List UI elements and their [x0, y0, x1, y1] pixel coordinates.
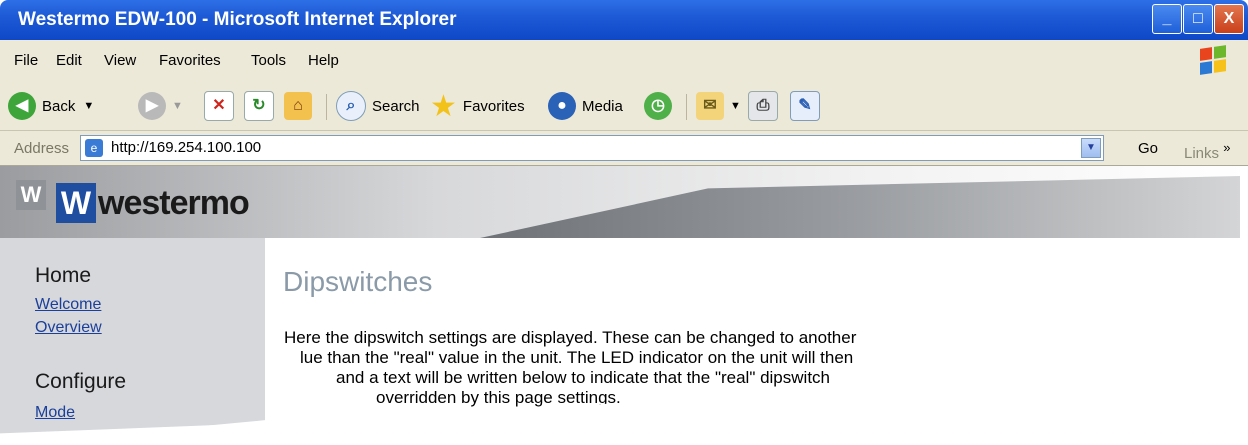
- banner-wedge: [480, 176, 1240, 238]
- toolbar: ◀ Back ▼ ▶ ▼ ✕ ↻ ⌂ ⌕ Search ★ Favorites …: [0, 82, 1248, 131]
- sidebar-link-welcome[interactable]: Welcome: [35, 296, 101, 314]
- history-button[interactable]: ◷: [644, 90, 678, 122]
- stop-icon: ✕: [204, 91, 234, 121]
- refresh-icon: ↻: [244, 91, 274, 121]
- menu-file[interactable]: File: [14, 52, 38, 69]
- print-button[interactable]: ⎙: [748, 90, 784, 122]
- media-label: Media: [582, 97, 623, 115]
- toolbar-divider: [686, 94, 687, 120]
- address-bar: Address e http://169.254.100.100 ▼ Go Li…: [0, 131, 1248, 166]
- media-button[interactable]: ● Media: [548, 90, 623, 122]
- logo-name: westermo: [98, 183, 250, 222]
- edit-button[interactable]: ✎: [790, 90, 826, 122]
- page-title: Dipswitches: [283, 266, 433, 297]
- links-more-icon: »: [1223, 140, 1231, 155]
- toolbar-divider: [326, 94, 327, 120]
- header-banner: W W westermo: [0, 166, 1248, 238]
- sidebar-link-mode[interactable]: Mode: [35, 404, 75, 422]
- paragraph-line: and a text will be written below to indi…: [336, 368, 830, 387]
- westermo-logo[interactable]: W westermo: [56, 180, 250, 226]
- back-button[interactable]: ◀ Back ▼: [8, 90, 94, 122]
- back-arrow-icon: ◀: [8, 92, 36, 120]
- go-button[interactable]: Go: [1138, 140, 1158, 157]
- paragraph-line: Here the dipswitch settings are displaye…: [284, 328, 857, 347]
- mail-dropdown-icon[interactable]: ▼: [730, 100, 741, 112]
- maximize-button[interactable]: □: [1183, 4, 1213, 34]
- address-input[interactable]: e http://169.254.100.100 ▼: [80, 135, 1104, 161]
- window-title: Westermo EDW-100 - Microsoft Internet Ex…: [18, 9, 457, 30]
- stop-button[interactable]: ✕: [204, 90, 240, 122]
- forward-dropdown-icon[interactable]: ▼: [172, 100, 183, 112]
- forward-arrow-icon: ▶: [138, 92, 166, 120]
- home-button[interactable]: ⌂: [284, 90, 318, 122]
- menu-view[interactable]: View: [104, 52, 136, 69]
- sidebar-link-overview[interactable]: Overview: [35, 319, 102, 337]
- print-icon: ⎙: [748, 91, 778, 121]
- sidebar-heading-configure: Configure: [35, 370, 127, 393]
- links-button[interactable]: Links »: [1184, 140, 1230, 162]
- menu-bar: File Edit View Favorites Tools Help: [0, 40, 1248, 83]
- favorites-label: Favorites: [462, 97, 525, 115]
- media-icon: ●: [548, 92, 576, 120]
- brand-mark-icon: W: [16, 180, 46, 210]
- search-button[interactable]: ⌕ Search: [336, 90, 420, 122]
- favorites-button[interactable]: ★ Favorites: [430, 89, 525, 123]
- search-label: Search: [372, 97, 420, 115]
- paragraph-line: lue than the "real" value in the unit. T…: [300, 348, 854, 367]
- menu-edit[interactable]: Edit: [56, 52, 82, 69]
- windows-logo-icon: [1200, 45, 1226, 75]
- history-icon: ◷: [644, 92, 672, 120]
- logo-w-icon: W: [56, 183, 96, 223]
- sidebar: Home Welcome Overview Configure Mode: [0, 238, 265, 445]
- close-button[interactable]: X: [1214, 4, 1244, 34]
- address-url[interactable]: http://169.254.100.100: [111, 139, 261, 156]
- address-label: Address: [14, 140, 70, 157]
- mail-icon: ✉: [696, 92, 724, 120]
- forward-button[interactable]: ▶ ▼: [138, 90, 183, 122]
- mail-button[interactable]: ✉ ▼: [696, 90, 741, 122]
- refresh-button[interactable]: ↻: [244, 90, 280, 122]
- search-icon: ⌕: [336, 91, 366, 121]
- minimize-button[interactable]: _: [1152, 4, 1182, 34]
- links-label: Links: [1184, 145, 1220, 162]
- title-bar[interactable]: Westermo EDW-100 - Microsoft Internet Ex…: [0, 0, 1248, 40]
- address-dropdown-icon[interactable]: ▼: [1081, 138, 1101, 158]
- menu-favorites[interactable]: Favorites: [159, 52, 221, 69]
- back-dropdown-icon[interactable]: ▼: [83, 100, 94, 112]
- sidebar-heading-home: Home: [35, 264, 92, 287]
- menu-tools[interactable]: Tools: [251, 52, 286, 69]
- favorites-star-icon: ★: [430, 89, 457, 123]
- home-icon: ⌂: [284, 92, 312, 120]
- page-icon: e: [85, 139, 103, 157]
- page-content: W W westermo Home Welcome Overview Confi…: [0, 166, 1248, 445]
- menu-help[interactable]: Help: [308, 52, 339, 69]
- edit-page-icon: ✎: [790, 91, 820, 121]
- back-label: Back: [42, 97, 76, 115]
